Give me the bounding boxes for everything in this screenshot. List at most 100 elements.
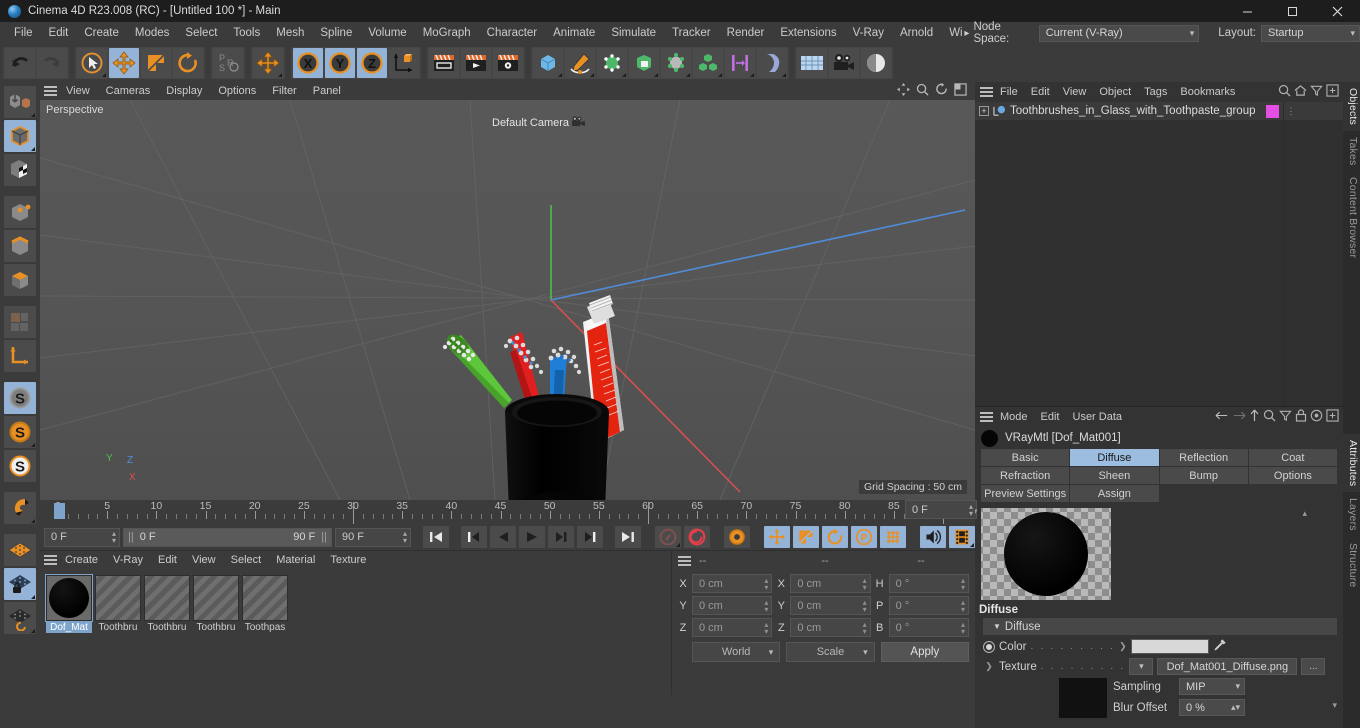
expand-chevron-icon[interactable]: ▴ (1302, 508, 1307, 519)
spinner-icon[interactable]: ▴▾ (969, 502, 973, 517)
key-position-icon[interactable] (764, 526, 790, 548)
menu-modes[interactable]: Modes (127, 24, 178, 42)
material-swatch[interactable] (193, 575, 239, 621)
add-panel-icon[interactable] (1326, 409, 1339, 425)
material-swatch[interactable] (144, 575, 190, 621)
axis-x-icon[interactable]: X (293, 48, 323, 78)
menu-vray[interactable]: V-Ray (845, 24, 892, 42)
dock-tab-layers[interactable]: Layers (1343, 492, 1360, 537)
material-menu-hamburger-icon[interactable] (44, 553, 57, 567)
color-radio[interactable] (983, 640, 995, 653)
material-item[interactable]: Toothbru (144, 575, 190, 633)
layout-select[interactable]: Startup ▾ (1261, 24, 1360, 42)
viewport-menu-filter[interactable]: Filter (265, 84, 303, 98)
material-menu-texture[interactable]: Texture (323, 553, 373, 567)
menu-simulate[interactable]: Simulate (603, 24, 664, 42)
coordinates-hamburger-icon[interactable] (678, 554, 691, 568)
magnet-icon[interactable] (4, 492, 36, 524)
film-icon[interactable] (949, 526, 975, 548)
coord-field-pos-z[interactable]: 0 cm ▴ ▾ (692, 618, 773, 637)
step-back-icon[interactable] (490, 526, 516, 548)
timeline-ruler[interactable]: 0510152025303540455055606570758085900 F▴… (44, 500, 977, 524)
add-panel-icon[interactable] (1326, 84, 1339, 100)
coordinate-mode-select[interactable]: Scale ▾ (786, 642, 875, 662)
object-menu-edit[interactable]: Edit (1025, 85, 1056, 99)
maximize-button[interactable] (1270, 0, 1315, 22)
spinner-icon[interactable]: ▴▾ (961, 598, 965, 613)
up-arrow-icon[interactable] (1249, 409, 1260, 425)
prev-key-icon[interactable] (461, 526, 487, 548)
viewport-3d[interactable]: Perspective Default Camera Y Z X Grid Sp… (40, 100, 975, 500)
attribute-menu-mode[interactable]: Mode (994, 410, 1034, 424)
sound-icon[interactable] (920, 526, 946, 548)
object-menu-hamburger-icon[interactable] (980, 85, 993, 99)
menu-volume[interactable]: Volume (360, 24, 414, 42)
coord-field-size-x[interactable]: 0 cm ▴ ▾ (790, 574, 871, 593)
next-key-icon[interactable] (577, 526, 603, 548)
floor-icon[interactable] (797, 48, 827, 78)
material-swatch[interactable] (45, 574, 93, 622)
psr-icon[interactable]: PSR (213, 48, 243, 78)
spinner-icon[interactable]: ▴▾ (961, 576, 965, 591)
attribute-menu-edit[interactable]: Edit (1035, 410, 1066, 424)
material-swatch[interactable] (242, 575, 288, 621)
scale-tool-button[interactable] (141, 48, 171, 78)
object-menu-bookmarks[interactable]: Bookmarks (1174, 85, 1236, 99)
workplane-rotate-icon[interactable] (4, 602, 36, 634)
viewport-pan-icon[interactable] (897, 83, 910, 99)
axis-mode-icon[interactable] (4, 340, 36, 372)
polygon-mode-icon[interactable] (4, 264, 36, 296)
spinner-icon[interactable]: ▴▾ (112, 530, 116, 545)
search-icon[interactable] (1263, 409, 1276, 425)
texture-path-field[interactable]: Dof_Mat001_Diffuse.png (1157, 658, 1298, 675)
object-menu-view[interactable]: View (1057, 85, 1093, 99)
spinner-icon[interactable]: ▴▾ (961, 620, 965, 635)
dock-tab-objects[interactable]: Objects (1343, 82, 1360, 131)
close-button[interactable] (1315, 0, 1360, 22)
mograph-icon[interactable] (693, 48, 723, 78)
material-preview[interactable] (981, 508, 1111, 600)
menu-file[interactable]: File (6, 24, 41, 42)
uv-mode-icon[interactable] (4, 306, 36, 338)
expand-icon[interactable]: + (979, 106, 989, 116)
pen-spline-icon[interactable] (565, 48, 595, 78)
coord-field-rot-p[interactable]: 0 ° ▴ ▾ (888, 596, 969, 615)
array-icon[interactable] (629, 48, 659, 78)
current-frame-field[interactable]: 0 F ▴ ▾ (44, 527, 120, 547)
deformer-icon[interactable] (661, 48, 691, 78)
tab-coat[interactable]: Coat (1248, 449, 1337, 466)
move-icon-2[interactable] (253, 48, 283, 78)
scene-icon[interactable] (725, 48, 755, 78)
viewport-menu-cameras[interactable]: Cameras (99, 84, 158, 98)
minimize-button[interactable] (1225, 0, 1270, 22)
texture-mode-icon[interactable] (4, 154, 36, 186)
spinner-icon[interactable]: ▴▾ (863, 598, 867, 613)
viewport-rotate-icon[interactable] (935, 83, 948, 99)
step-fwd-icon[interactable] (548, 526, 574, 548)
tab-preview-settings[interactable]: Preview Settings (981, 485, 1070, 502)
menu-arnold[interactable]: Arnold (892, 24, 941, 42)
menu-window[interactable]: Wind (941, 24, 962, 42)
camera-icon[interactable] (829, 48, 859, 78)
goto-end-icon[interactable] (615, 526, 641, 548)
tab-options[interactable]: Options (1248, 467, 1337, 484)
object-menu-file[interactable]: File (994, 85, 1024, 99)
point-mode-icon[interactable] (4, 196, 36, 228)
render-view-icon[interactable] (429, 48, 459, 78)
coord-field-pos-y[interactable]: 0 cm ▴ ▾ (692, 596, 773, 615)
bend-icon[interactable] (757, 48, 787, 78)
viewport-menu-view[interactable]: View (59, 84, 97, 98)
edge-mode-icon[interactable] (4, 230, 36, 262)
axis-y-icon[interactable]: Y (325, 48, 355, 78)
blur-offset-field[interactable]: 0 % ▴▾ (1179, 699, 1245, 716)
menu-overflow-icon[interactable]: ▸ (962, 28, 971, 39)
menu-edit[interactable]: Edit (41, 24, 77, 42)
expand-more-chevron-icon[interactable]: ▾ (1332, 678, 1337, 711)
snap-orange-icon[interactable]: S (4, 416, 36, 448)
eyedropper-icon[interactable] (1213, 638, 1227, 655)
material-swatch[interactable] (95, 575, 141, 621)
move-tool-button[interactable] (109, 48, 139, 78)
menu-spline[interactable]: Spline (312, 24, 360, 42)
workplane-lock-icon[interactable] (4, 568, 36, 600)
attribute-menu-hamburger-icon[interactable] (980, 410, 993, 424)
